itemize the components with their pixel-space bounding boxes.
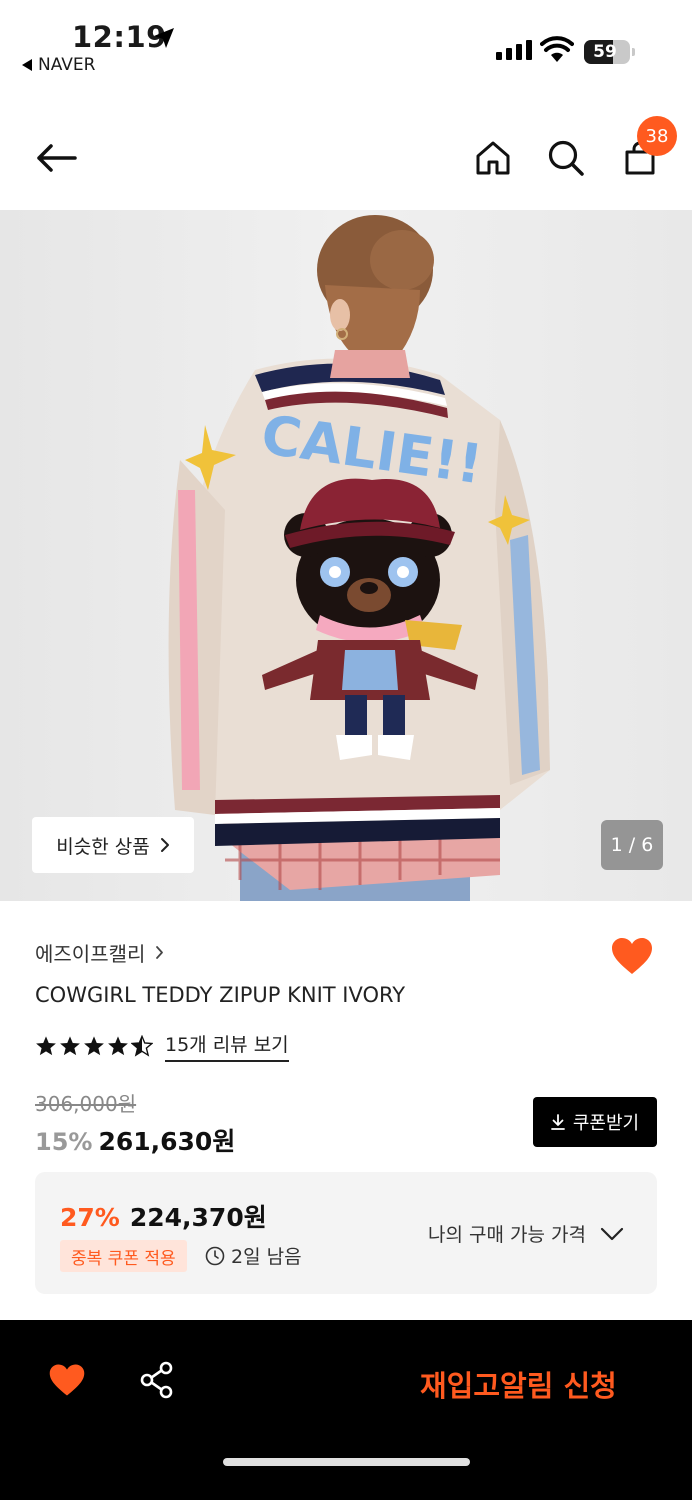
search-icon xyxy=(548,140,584,176)
remaining-time: 2일 남음 xyxy=(205,1242,302,1269)
my-best-price-box[interactable]: 27% 224,370원 중복 쿠폰 적용 2일 남음 나의 구매 가능 가격 xyxy=(35,1172,657,1294)
image-counter: 1 / 6 xyxy=(601,820,663,870)
home-icon xyxy=(476,141,510,175)
star-rating xyxy=(35,1035,153,1057)
back-to-app-link[interactable]: NAVER xyxy=(22,55,95,75)
back-button[interactable] xyxy=(30,132,82,184)
bottom-action-bar: 재입고알림 신청 xyxy=(0,1320,692,1500)
original-price: 306,000원 xyxy=(35,1092,137,1116)
cart-count-badge: 38 xyxy=(637,116,677,156)
status-bar: 12:19 NAVER 59 xyxy=(0,0,692,90)
star-icon xyxy=(60,1036,80,1056)
chevron-right-icon xyxy=(160,838,169,852)
top-nav xyxy=(0,110,692,205)
get-coupon-button[interactable]: 쿠폰받기 xyxy=(533,1097,657,1147)
sale-price: 261,630원 xyxy=(98,1127,236,1156)
chevron-down-icon xyxy=(600,1227,624,1240)
best-price-row: 27% 224,370원 xyxy=(60,1198,267,1234)
wishlist-heart-icon[interactable] xyxy=(48,1362,86,1398)
search-button[interactable] xyxy=(543,132,589,184)
wifi-icon xyxy=(540,36,574,62)
product-name: COWGIRL TEDDY ZIPUP KNIT IVORY xyxy=(35,983,406,1007)
battery-icon: 59 xyxy=(584,40,635,64)
product-photo: CALIE!! xyxy=(0,210,692,901)
star-icon xyxy=(108,1036,128,1056)
best-discount: 27% xyxy=(60,1203,120,1232)
clock-icon xyxy=(205,1246,225,1265)
star-icon xyxy=(36,1036,56,1056)
coupon-label: 쿠폰받기 xyxy=(572,1113,640,1134)
home-indicator xyxy=(223,1458,470,1466)
cellular-signal-icon xyxy=(496,40,532,60)
download-icon xyxy=(550,1114,565,1130)
similar-products-button[interactable]: 비슷한 상품 xyxy=(32,817,194,873)
home-button[interactable] xyxy=(470,132,516,184)
back-triangle-icon xyxy=(22,59,32,71)
my-price-label: 나의 구매 가능 가격 xyxy=(428,1224,586,1246)
wishlist-heart-icon[interactable] xyxy=(610,936,654,976)
brand-link[interactable]: 에즈이프캘리 xyxy=(35,938,164,967)
chevron-right-icon xyxy=(156,946,164,959)
review-link[interactable]: 15개 리뷰 보기 xyxy=(165,1030,289,1062)
best-price: 224,370원 xyxy=(129,1203,267,1232)
duplicate-coupon-tag: 중복 쿠폰 적용 xyxy=(60,1240,187,1272)
back-app-label: NAVER xyxy=(38,55,96,75)
remaining-label: 2일 남음 xyxy=(231,1246,302,1268)
discount-rate: 15% xyxy=(35,1128,93,1156)
star-icon xyxy=(84,1036,104,1056)
half-star-icon xyxy=(131,1035,153,1057)
arrow-left-icon xyxy=(37,144,77,172)
rating-row: 15개 리뷰 보기 xyxy=(35,1030,289,1062)
my-price-toggle[interactable]: 나의 구매 가능 가격 xyxy=(428,1220,624,1247)
price-row: 15% 261,630원 xyxy=(35,1122,235,1158)
brand-name: 에즈이프캘리 xyxy=(35,942,146,966)
share-icon[interactable] xyxy=(139,1361,175,1399)
restock-alert-button[interactable]: 재입고알림 신청 xyxy=(420,1363,617,1405)
similar-products-label: 비슷한 상품 xyxy=(56,835,150,858)
battery-level: 59 xyxy=(593,42,617,62)
product-image-carousel[interactable]: CALIE!! 비슷한 상품 1 / 6 xyxy=(0,210,692,901)
location-arrow-icon xyxy=(154,28,174,48)
